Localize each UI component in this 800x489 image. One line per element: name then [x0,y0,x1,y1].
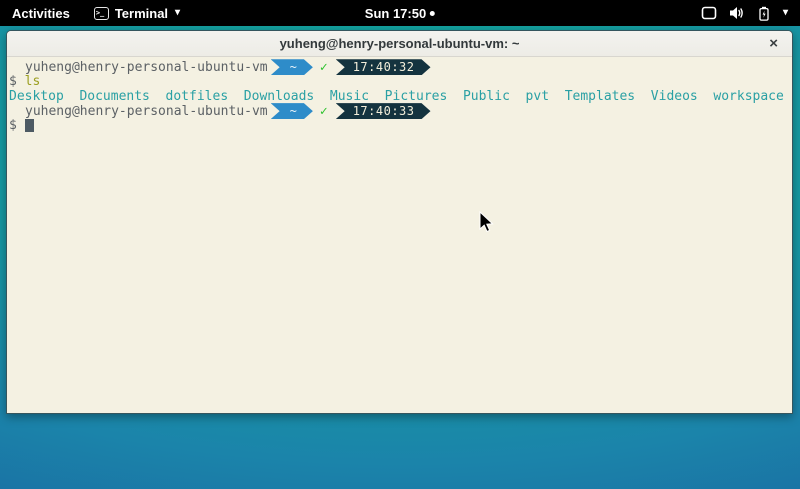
activities-label: Activities [12,6,70,21]
status-check-icon: ✓ [320,60,328,75]
command-text: ls [25,74,41,89]
notification-dot [430,11,435,16]
prompt-line: yuheng@henry-personal-ubuntu-vm~ ✓ 17:40:3… [9,104,790,119]
mouse-cursor [478,211,498,235]
terminal-window: yuheng@henry-personal-ubuntu-vm: ~ × yuh… [6,30,793,414]
prompt-time-segment: 17:40:33 [336,103,431,119]
chevron-down-icon: ▾ [783,8,788,18]
window-title: yuheng@henry-personal-ubuntu-vm: ~ [280,36,520,51]
terminal-icon: >_ [94,7,109,20]
window-titlebar[interactable]: yuheng@henry-personal-ubuntu-vm: ~ × [7,31,792,57]
activities-button[interactable]: Activities [0,0,82,26]
display-icon [701,6,717,20]
clock-label: Sun 17:50 [365,6,426,21]
app-menu-label: Terminal [115,6,168,21]
app-menu-terminal[interactable]: >_ Terminal ▾ [82,0,192,26]
top-bar: Activities >_ Terminal ▾ Sun 17:50 [0,0,800,26]
close-button[interactable]: × [769,31,778,56]
desktop: Activities >_ Terminal ▾ Sun 17:50 [0,0,800,489]
command-line: $ ls [9,75,790,90]
prompt-line: yuheng@henry-personal-ubuntu-vm~ ✓ 17:40:3… [9,60,790,75]
clock-button[interactable]: Sun 17:50 [355,0,445,26]
status-check-icon: ✓ [320,104,328,119]
terminal-content[interactable]: yuheng@henry-personal-ubuntu-vm~✓17:40:3… [7,57,792,413]
prompt-time-segment: 17:40:32 [336,59,431,75]
prompt-user: yuheng@henry-personal-ubuntu-vm [25,104,268,119]
battery-charging-icon [757,6,771,21]
prompt-symbol: $ [9,118,17,133]
chevron-down-icon: ▾ [175,8,180,18]
volume-icon [729,6,745,20]
prompt-symbol: $ [9,74,17,89]
prompt-user: yuheng@henry-personal-ubuntu-vm [25,60,268,75]
terminal-cursor [25,119,34,132]
system-status-menu[interactable]: ▾ [689,0,800,26]
input-line[interactable]: $ [9,118,790,133]
prompt-path-segment: ~ [271,59,313,75]
prompt-path-segment: ~ [271,103,313,119]
ls-output: Desktop Documents dotfiles Downloads Mus… [9,89,790,104]
